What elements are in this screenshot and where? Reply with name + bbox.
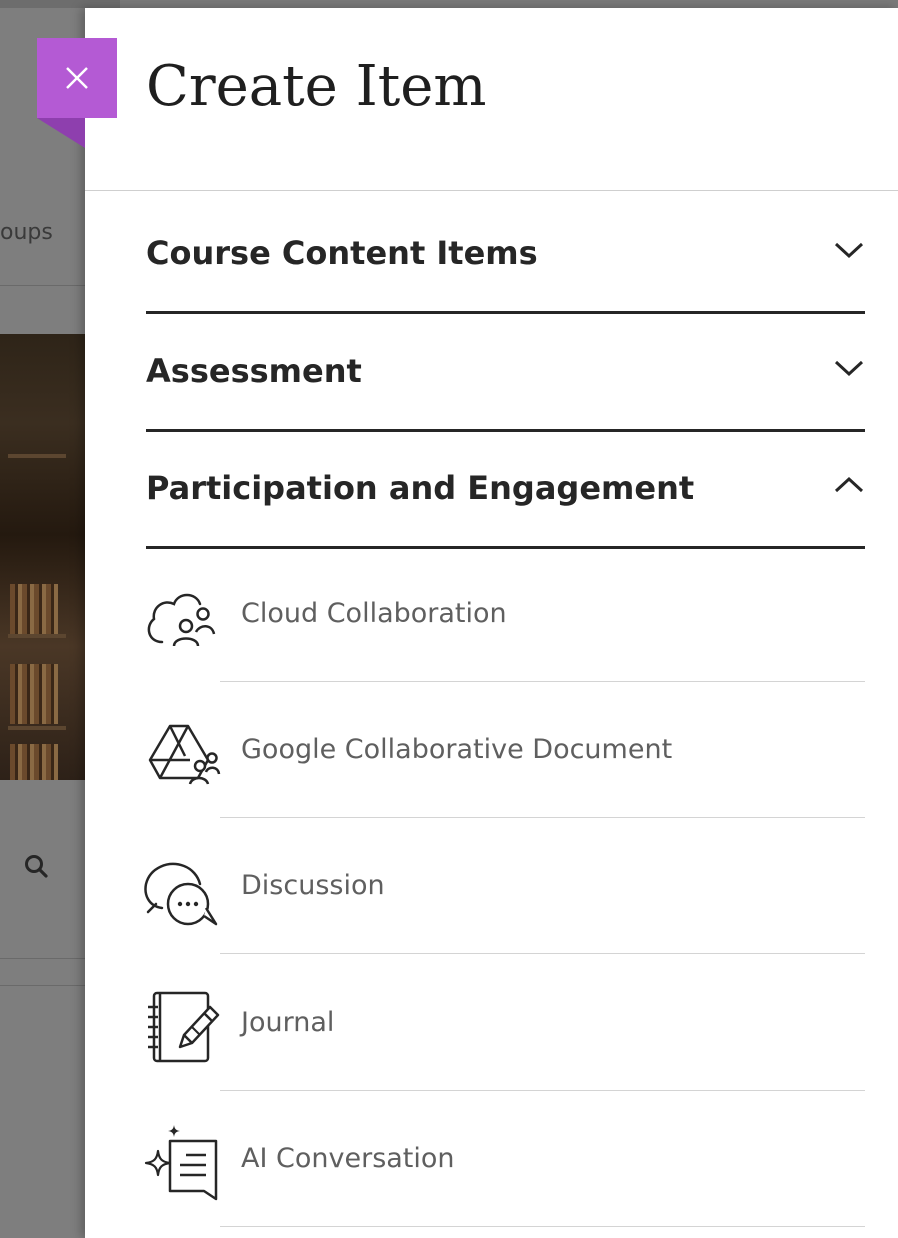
list-item-google-collaborative-document[interactable]: Google Collaborative Document (140, 682, 865, 818)
section-assessment[interactable]: Assessment (146, 314, 865, 432)
item-label: Discussion (241, 870, 385, 901)
background-tab-label: oups (0, 220, 53, 245)
close-button-tail (37, 118, 85, 148)
item-label: Journal (241, 1007, 335, 1038)
chevron-down-icon (834, 360, 864, 377)
section-label: Assessment (146, 352, 362, 390)
close-panel-button[interactable] (37, 38, 117, 118)
chevron-down-icon (834, 242, 864, 259)
item-label: Cloud Collaboration (241, 598, 507, 629)
panel-title: Create Item (146, 54, 487, 119)
list-item-discussion[interactable]: Discussion (140, 818, 865, 954)
section-participation-and-engagement[interactable]: Participation and Engagement (146, 431, 865, 549)
section-label: Participation and Engagement (146, 469, 695, 507)
item-label: Google Collaborative Document (241, 734, 673, 765)
google-collaborative-document-icon (148, 724, 221, 785)
discussion-icon (144, 862, 218, 926)
list-item-cloud-collaboration[interactable]: Cloud Collaboration (140, 546, 865, 682)
item-label: AI Conversation (241, 1143, 455, 1174)
list-item-ai-conversation[interactable]: AI Conversation (140, 1091, 865, 1227)
ai-conversation-icon (144, 1125, 218, 1201)
section-course-content-items[interactable]: Course Content Items (146, 196, 865, 314)
section-label: Course Content Items (146, 234, 538, 272)
panel-header: Create Item (85, 8, 898, 191)
background-search-icon (25, 855, 48, 878)
cloud-collaboration-icon (147, 593, 216, 647)
background-topbar (0, 0, 120, 8)
create-item-panel: Create Item Course Content Items Assessm… (85, 8, 898, 1238)
close-icon (66, 67, 88, 89)
journal-icon (148, 991, 220, 1063)
list-item-journal[interactable]: Journal (140, 955, 865, 1091)
chevron-up-icon (834, 476, 864, 493)
